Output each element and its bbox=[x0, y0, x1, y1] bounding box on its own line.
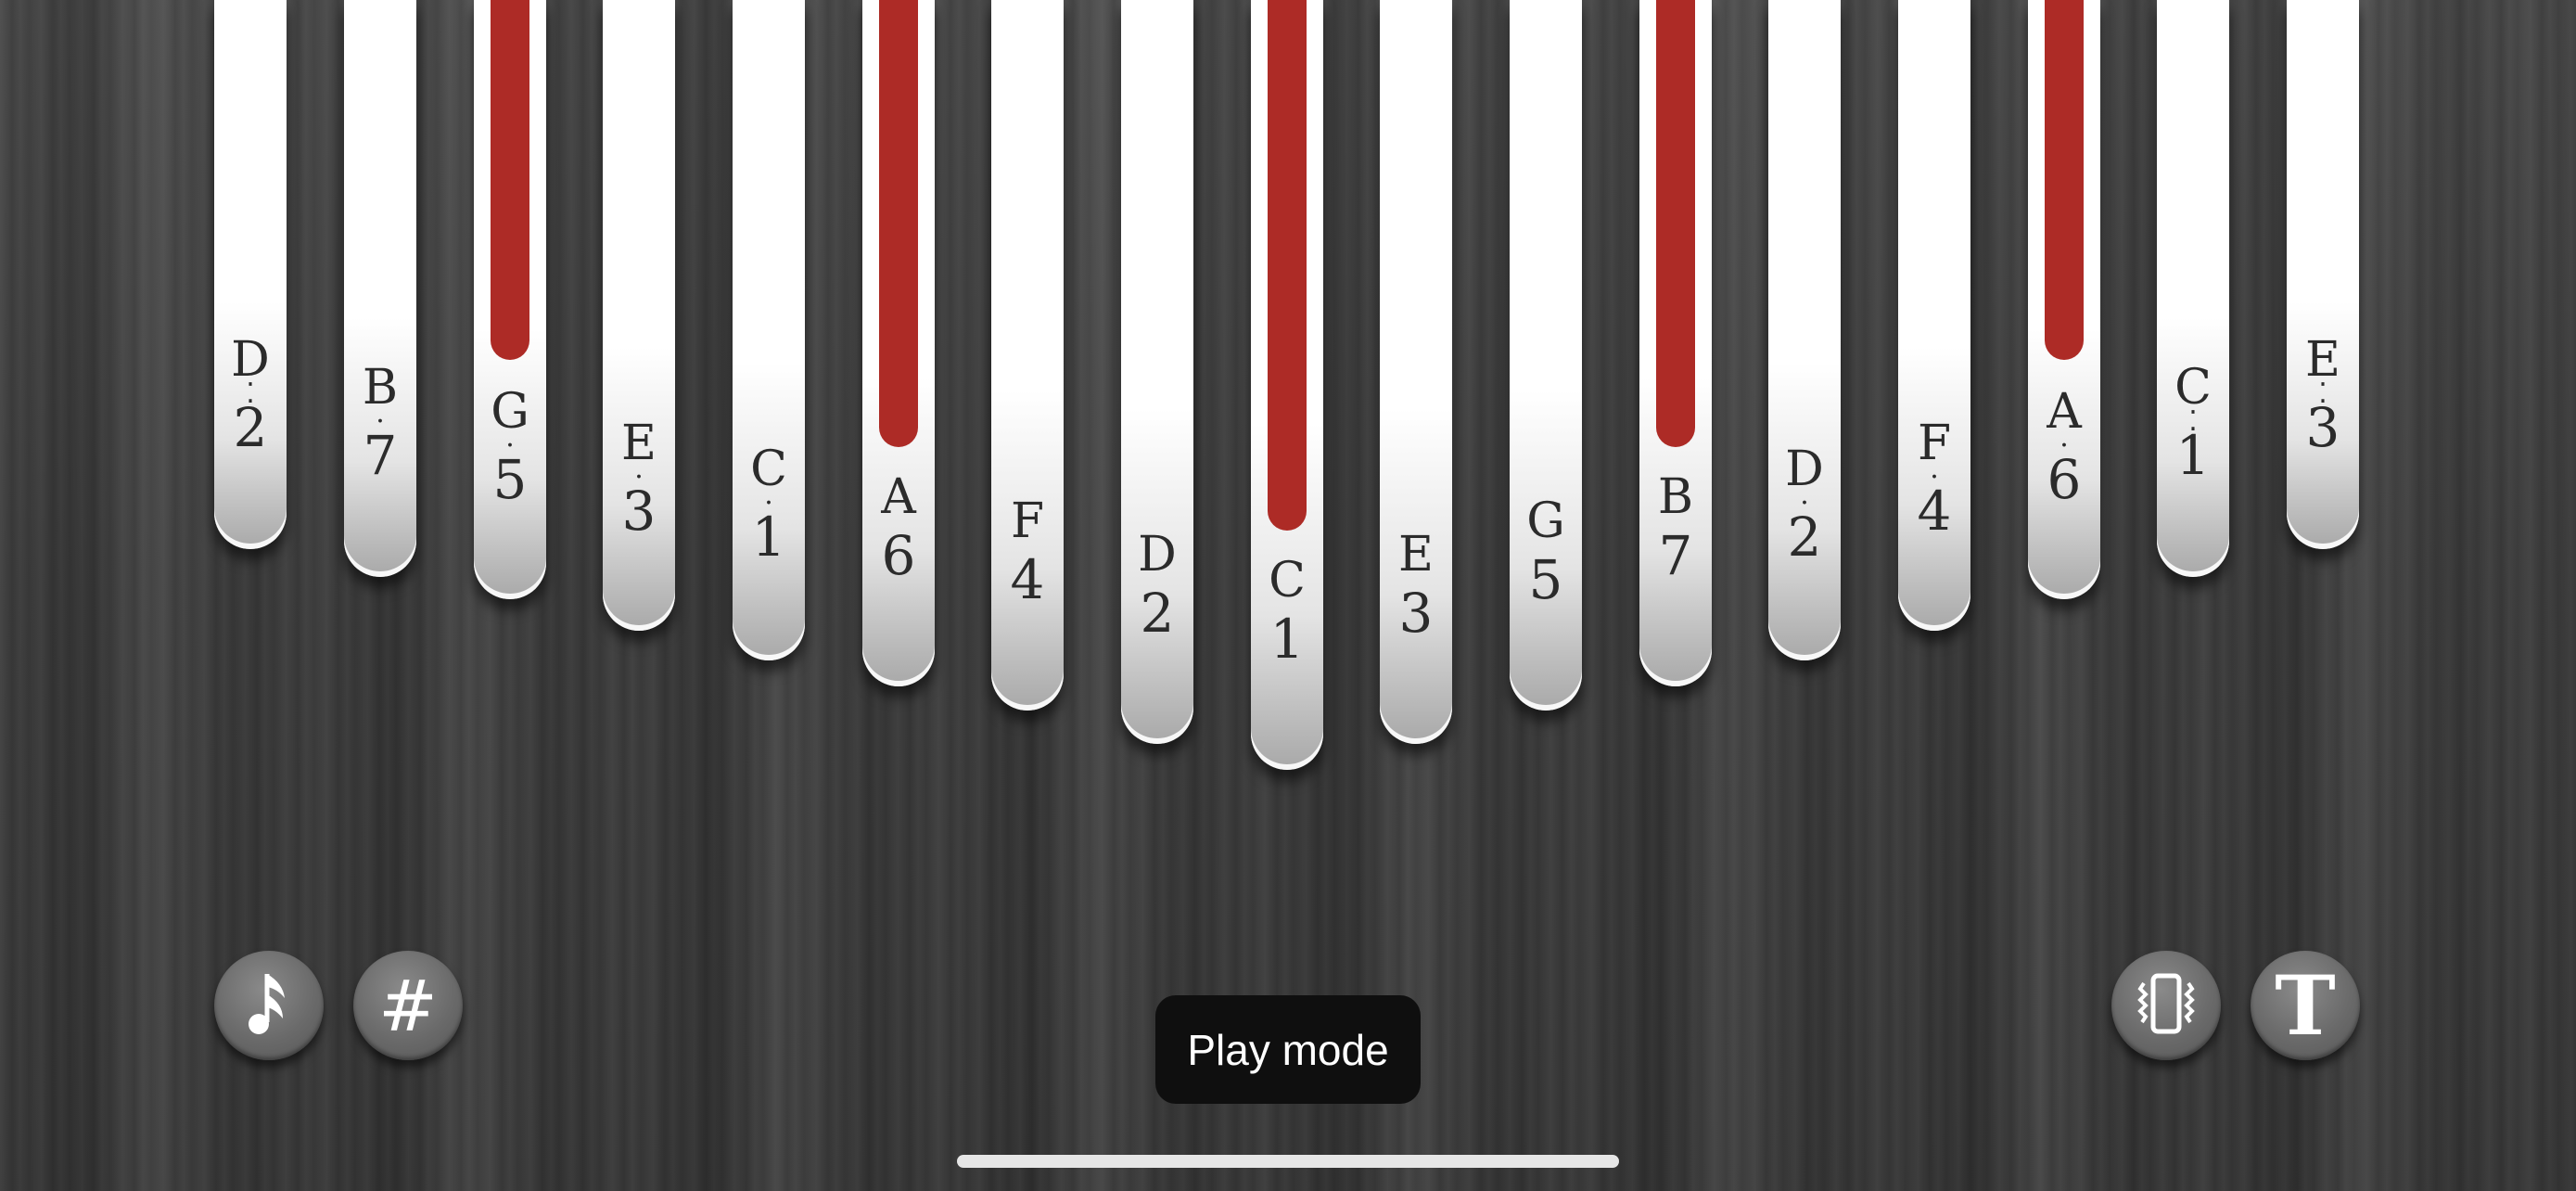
tine-17[interactable]: E ⁚ 3 bbox=[2287, 0, 2359, 549]
tine-number: 7 bbox=[1658, 524, 1693, 587]
tine-number: 6 bbox=[881, 524, 916, 587]
tine-number: 4 bbox=[1917, 480, 1952, 543]
tine-letter: D bbox=[1138, 527, 1177, 583]
tine-letter: C bbox=[1269, 553, 1306, 608]
tine-number: 1 bbox=[751, 506, 786, 569]
tine-number: 7 bbox=[363, 424, 398, 487]
tine-15[interactable]: A · 6 bbox=[2028, 0, 2100, 599]
red-marker-bar bbox=[879, 0, 918, 447]
tine-letter: B bbox=[1657, 469, 1694, 525]
tine-14[interactable]: F · 4 bbox=[1898, 0, 1970, 631]
home-indicator[interactable] bbox=[957, 1155, 1619, 1168]
play-mode-toast: Play mode bbox=[1155, 995, 1421, 1104]
tine-12[interactable]: B7 bbox=[1639, 0, 1712, 686]
tine-2[interactable]: B · 7 bbox=[344, 0, 416, 577]
toast-label: Play mode bbox=[1187, 1025, 1389, 1074]
tine-number: 3 bbox=[2305, 396, 2340, 459]
tine-11[interactable]: G5 bbox=[1510, 0, 1582, 711]
text-labels-button[interactable]: T bbox=[2251, 951, 2360, 1060]
tine-letter: G bbox=[1526, 493, 1565, 549]
tine-number: 2 bbox=[1140, 582, 1175, 645]
vibrate-button[interactable] bbox=[2111, 951, 2221, 1060]
red-marker-bar bbox=[491, 0, 529, 360]
notes-button[interactable] bbox=[214, 951, 324, 1060]
tine-number: 5 bbox=[492, 448, 528, 511]
tine-10[interactable]: E3 bbox=[1380, 0, 1452, 744]
text-label: T bbox=[2275, 957, 2336, 1054]
tine-3[interactable]: G · 5 bbox=[474, 0, 546, 599]
tine-9[interactable]: C1 bbox=[1251, 0, 1323, 770]
tine-number: 2 bbox=[1787, 506, 1822, 569]
sharp-label: # bbox=[378, 964, 438, 1047]
tine-6[interactable]: A6 bbox=[862, 0, 935, 686]
tine-4[interactable]: E · 3 bbox=[603, 0, 675, 631]
tine-16[interactable]: C ⁚ 1 bbox=[2157, 0, 2229, 577]
tine-letter: A bbox=[881, 469, 916, 525]
tine-letter: E bbox=[1398, 527, 1434, 583]
tine-number: 5 bbox=[1528, 548, 1563, 611]
vibrate-phone-icon bbox=[2129, 967, 2203, 1044]
tine-number: 1 bbox=[2175, 424, 2211, 487]
red-marker-bar bbox=[2045, 0, 2084, 360]
tine-8[interactable]: D2 bbox=[1121, 0, 1193, 744]
tine-number: 6 bbox=[2047, 448, 2082, 511]
tine-1[interactable]: D ⁚ 2 bbox=[214, 0, 287, 549]
tine-number: 3 bbox=[621, 480, 657, 543]
tine-7[interactable]: F4 bbox=[991, 0, 1064, 711]
tine-number: 4 bbox=[1010, 548, 1045, 611]
red-marker-bar bbox=[1268, 0, 1307, 531]
red-marker-bar bbox=[1656, 0, 1695, 447]
tine-number: 1 bbox=[1269, 608, 1305, 671]
tine-5[interactable]: C · 1 bbox=[733, 0, 805, 660]
tine-number: 2 bbox=[233, 396, 268, 459]
music-note-icon bbox=[236, 967, 301, 1044]
sharp-button[interactable]: # bbox=[353, 951, 463, 1060]
tine-number: 3 bbox=[1398, 582, 1434, 645]
tine-13[interactable]: D · 2 bbox=[1768, 0, 1841, 660]
tine-letter: F bbox=[1010, 493, 1045, 549]
